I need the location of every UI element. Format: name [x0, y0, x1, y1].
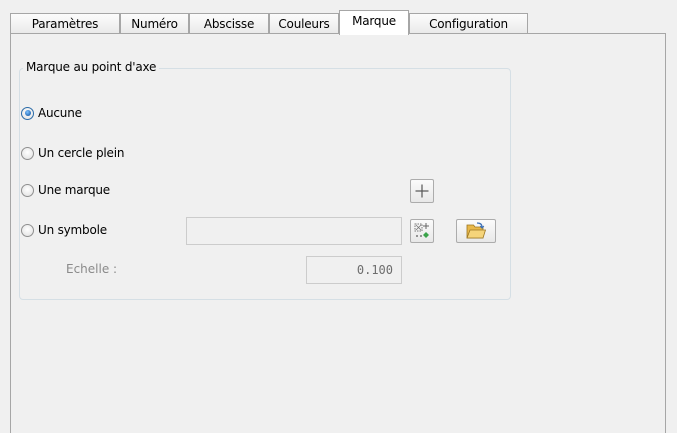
radio-aucune[interactable]: Aucune [21, 104, 82, 122]
open-button[interactable] [456, 219, 496, 243]
tab-label: Marque [352, 14, 396, 28]
radio-label: Aucune [38, 106, 82, 120]
tab-numero[interactable]: Numéro [120, 13, 189, 34]
tab-label: Numéro [131, 17, 178, 31]
tab-label: Configuration [429, 17, 508, 31]
radio-label: Un cercle plein [38, 146, 125, 160]
tab-label: Paramètres [31, 17, 99, 31]
radio-une-marque[interactable]: Une marque [21, 181, 110, 199]
radio-button[interactable] [21, 146, 34, 160]
radio-button[interactable] [21, 223, 34, 237]
tab-abscisse[interactable]: Abscisse [189, 13, 269, 34]
symbol-grid-icon [414, 223, 429, 238]
tab-bar: Paramètres Numéro Abscisse Couleurs Marq… [10, 10, 670, 35]
tab-label: Abscisse [203, 17, 255, 31]
tab-parametres[interactable]: Paramètres [10, 13, 120, 34]
tab-marque[interactable]: Marque [339, 10, 409, 35]
symbol-picker-button[interactable] [410, 219, 434, 243]
radio-button-checked[interactable] [21, 106, 34, 120]
tab-configuration[interactable]: Configuration [409, 13, 528, 34]
group-title: Marque au point d'axe [23, 60, 160, 74]
radio-un-cercle-plein[interactable]: Un cercle plein [21, 144, 124, 162]
tab-couleurs[interactable]: Couleurs [269, 13, 339, 34]
plus-icon [415, 184, 429, 198]
open-folder-icon [466, 222, 486, 239]
radio-button[interactable] [21, 183, 34, 197]
radio-label: Une marque [38, 183, 110, 197]
symbol-field[interactable] [186, 217, 402, 245]
tab-label: Couleurs [278, 17, 330, 31]
add-mark-button[interactable] [410, 179, 434, 203]
scale-field[interactable]: 0.100 [306, 256, 402, 284]
scale-label: Echelle : [66, 262, 118, 276]
radio-un-symbole[interactable]: Un symbole [21, 221, 107, 239]
radio-label: Un symbole [38, 223, 107, 237]
